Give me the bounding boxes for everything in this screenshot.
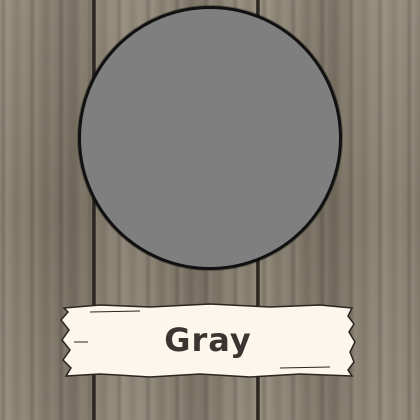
color-swatch-circle xyxy=(78,6,342,270)
color-name-label: Gray xyxy=(164,321,252,359)
weathered-wood-background: Gray xyxy=(0,0,420,420)
color-name-banner: Gray xyxy=(60,302,356,378)
